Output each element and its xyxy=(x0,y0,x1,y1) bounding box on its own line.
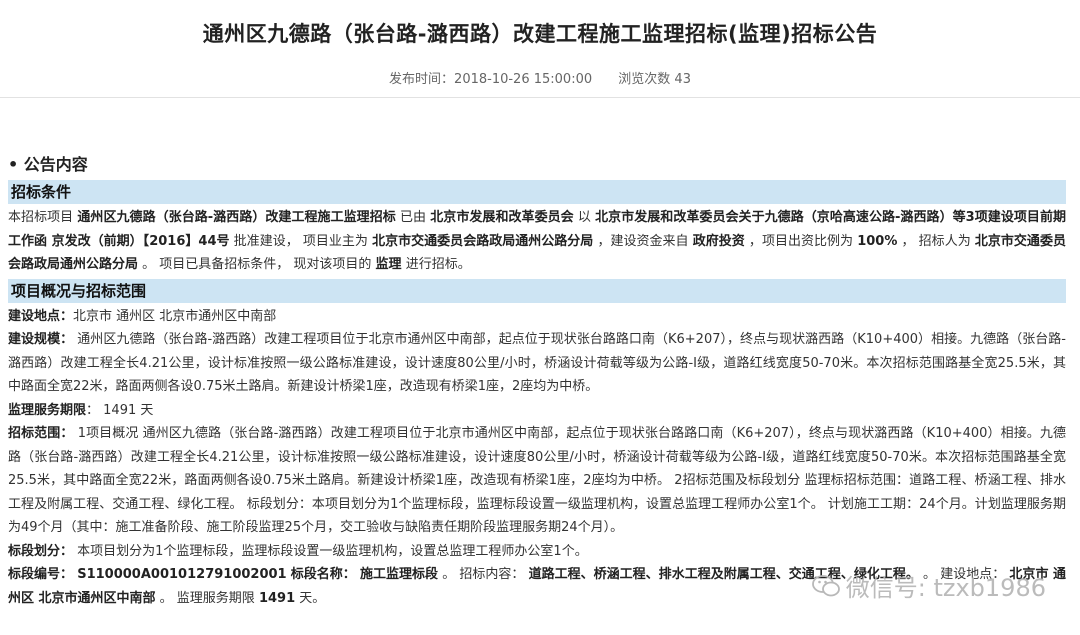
header-divider xyxy=(0,97,1080,98)
scale-paragraph: 建设规模： 通州区九德路（张台路-潞西路）改建工程项目位于北京市通州区中南部，起… xyxy=(8,332,1066,394)
section-bar-conditions: 招标条件 xyxy=(8,180,1066,204)
location-value: 北京市 通州区 北京市通州区中南部 xyxy=(73,308,277,324)
views-count: 43 xyxy=(674,72,691,87)
publish-time: 2018-10-26 15:00:00 xyxy=(454,72,593,87)
publish-label: 发布时间： xyxy=(389,72,455,87)
views-label: 浏览次数 xyxy=(618,72,671,87)
watermark: 微信号: tzxb1986 xyxy=(811,568,1046,603)
section-bar-overview: 项目概况与招标范围 xyxy=(8,278,1066,303)
wechat-icon xyxy=(811,574,840,596)
announcement-content: 招标条件 本招标项目 通州区九德路（张台路-潞西路）改建工程施工监理招标 已由 … xyxy=(8,178,1066,610)
location-label: 建设地点： xyxy=(8,308,74,324)
publish-meta: 发布时间：2018-10-26 15:00:00 浏览次数 43 xyxy=(0,68,1080,87)
division-line: 标段划分： 本项目划分为1个监理标段，监理标段设置一级监理机构，设置总监理工程师… xyxy=(8,543,588,559)
location-line: 建设地点：北京市 通州区 北京市通州区中南部 xyxy=(8,305,1066,329)
range-paragraph: 招标范围： 1项目概况 通州区九德路（张台路-潞西路）改建工程项目位于北京市通州… xyxy=(8,426,1066,535)
period-line: 监理服务期限： 1491 天 xyxy=(8,402,154,418)
page-title: 通州区九德路（张台路-潞西路）改建工程施工监理招标(监理)招标公告 xyxy=(202,22,878,46)
conditions-paragraph: 本招标项目 通州区九德路（张台路-潞西路）改建工程施工监理招标 已由 北京市发展… xyxy=(8,210,1066,272)
section-heading: • 公告内容 xyxy=(8,155,88,174)
watermark-text: 微信号: tzxb1986 xyxy=(845,574,1046,602)
